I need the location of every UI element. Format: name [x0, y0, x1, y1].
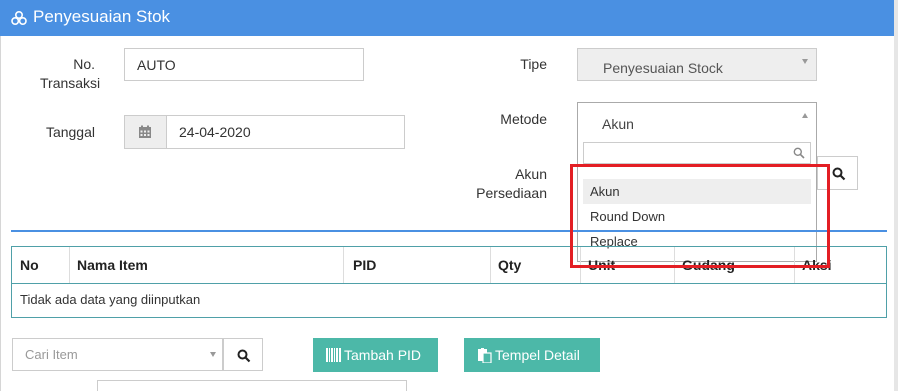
no-transaksi-label: No. Transaksi — [40, 55, 101, 93]
panel-header: Penyesuaian Stok — [0, 0, 894, 36]
no-transaksi-value: AUTO — [137, 57, 176, 73]
column-header-unit: Unit — [588, 257, 616, 273]
items-table: No Nama Item PID Qty Unit Gudang Aksi Ti… — [11, 246, 887, 318]
tambah-pid-button[interactable]: Tambah PID — [313, 338, 438, 372]
chevron-down-icon — [210, 352, 216, 357]
column-header-qty: Qty — [498, 257, 522, 273]
tempel-detail-label: Tempel Detail — [495, 347, 580, 363]
column-divider — [343, 247, 344, 283]
no-transaksi-input[interactable]: AUTO — [124, 48, 364, 81]
metode-label: Metode — [500, 111, 547, 127]
tanggal-input[interactable]: 24-04-2020 — [166, 115, 405, 149]
column-header-gudang: Gudang — [682, 257, 735, 273]
barcode-icon — [326, 348, 341, 362]
page-title: Penyesuaian Stok — [33, 7, 171, 26]
table-empty-message: Tidak ada data yang diinputkan — [20, 292, 201, 307]
chevron-up-icon — [802, 113, 808, 118]
dropdown-option-round-down[interactable]: Round Down — [583, 204, 811, 229]
chevron-down-icon — [802, 59, 808, 64]
calendar-icon — [139, 125, 151, 138]
column-header-nama-item: Nama Item — [77, 257, 148, 273]
tanggal-value: 24-04-2020 — [179, 124, 251, 140]
tempel-detail-button[interactable]: Tempel Detail — [464, 338, 600, 372]
tipe-label: Tipe — [520, 56, 547, 72]
panel-border-left — [0, 36, 1, 391]
tipe-value: Penyesuaian Stock — [603, 60, 723, 76]
akun-persediaan-label-line1: Akun — [515, 166, 547, 182]
cari-item-placeholder: Cari Item — [25, 347, 78, 362]
column-header-aksi: Aksi — [802, 257, 832, 273]
metode-value: Akun — [602, 116, 634, 132]
header-row-divider — [12, 283, 886, 284]
column-header-pid: PID — [353, 257, 377, 273]
section-divider — [11, 230, 887, 232]
akun-persediaan-label-line2: Persediaan — [476, 185, 547, 201]
panel-border — [894, 0, 898, 391]
dropdown-search-input[interactable] — [583, 142, 811, 164]
akun-search-button[interactable] — [817, 156, 858, 190]
search-icon — [237, 349, 251, 363]
search-icon — [793, 147, 805, 159]
metode-select[interactable]: Akun Akun Round Down Replace — [577, 102, 817, 262]
cari-item-search-button[interactable] — [223, 338, 263, 371]
search-icon — [832, 167, 846, 181]
tipe-select[interactable]: Penyesuaian Stock — [577, 48, 817, 81]
cari-item-select[interactable]: Cari Item — [12, 338, 223, 371]
bottom-input[interactable] — [97, 380, 407, 391]
date-addon[interactable] — [124, 115, 166, 149]
cubes-icon — [11, 10, 27, 26]
column-header-no: No — [20, 257, 39, 273]
paste-icon — [478, 348, 492, 363]
tambah-pid-label: Tambah PID — [344, 347, 422, 363]
no-transaksi-label-line2: Transaksi — [40, 75, 101, 91]
tanggal-label: Tanggal — [45, 124, 95, 140]
akun-persediaan-label: Akun Persediaan — [460, 165, 547, 203]
no-transaksi-label-line1: No. — [73, 56, 95, 72]
dropdown-option-akun[interactable]: Akun — [583, 179, 811, 204]
